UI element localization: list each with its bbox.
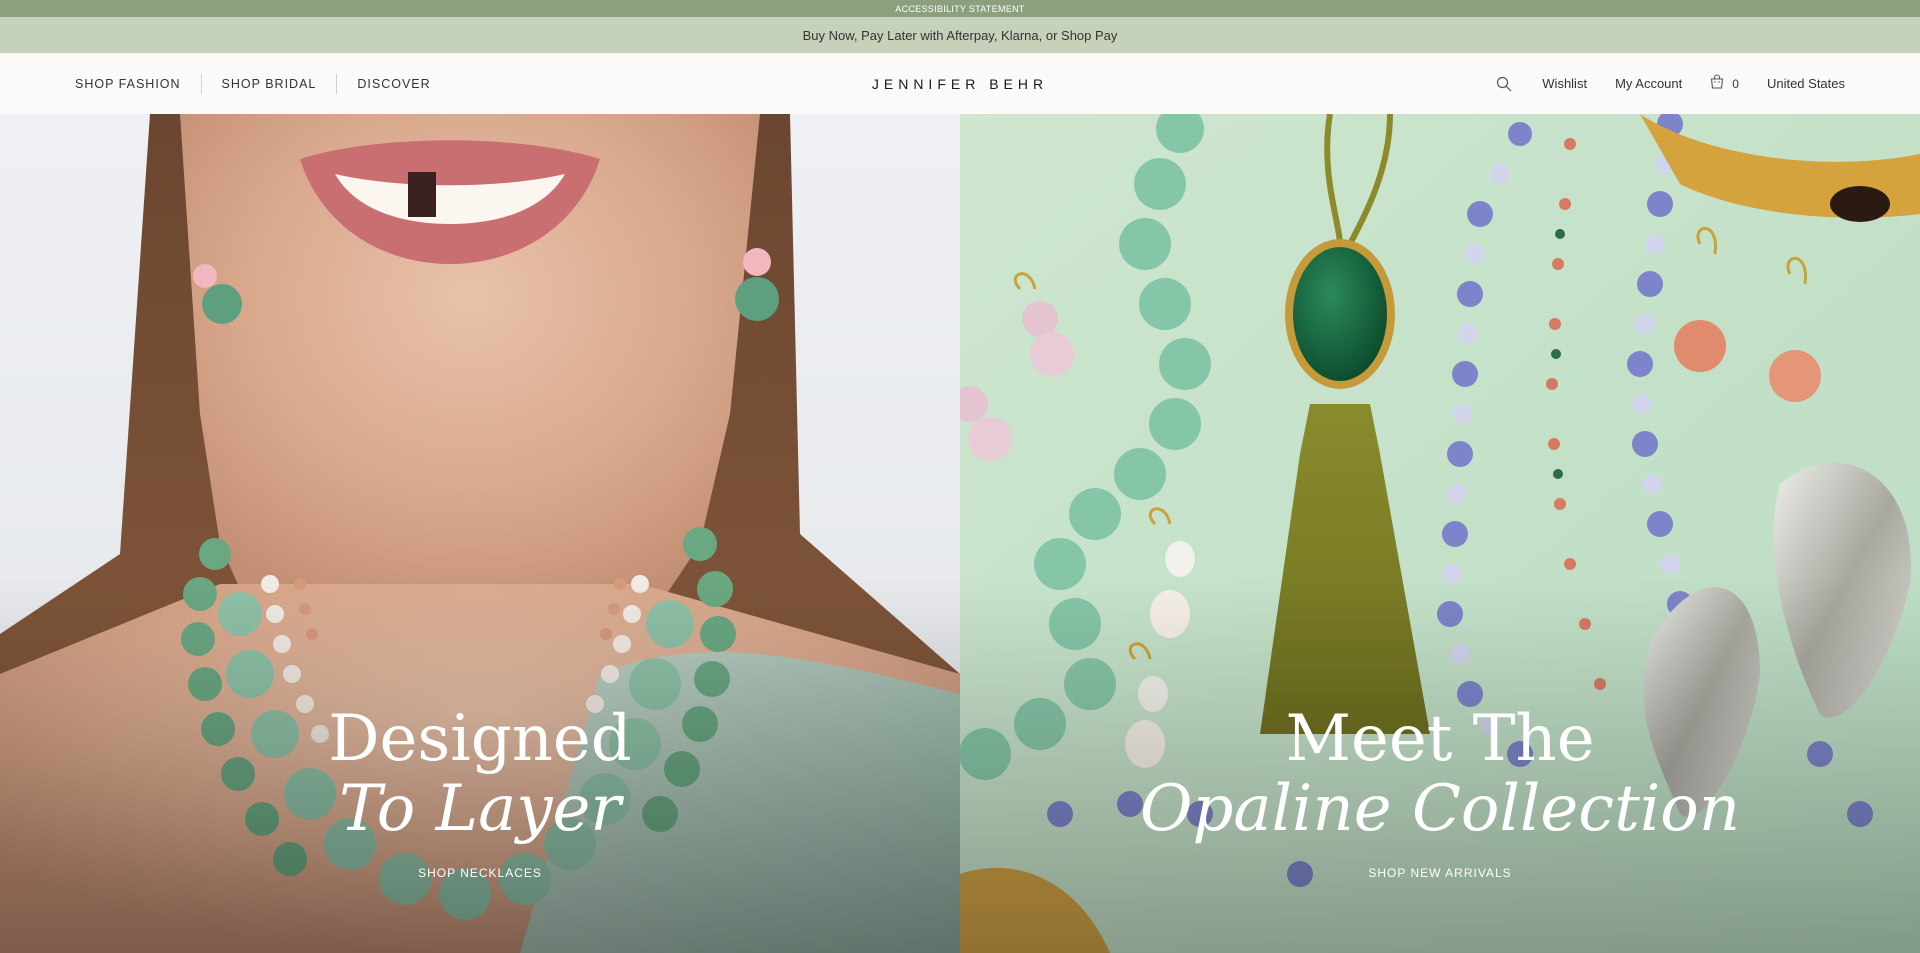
account-link[interactable]: My Account xyxy=(1615,76,1682,91)
site-header: SHOP FASHION SHOP BRIDAL DISCOVER JENNIF… xyxy=(0,53,1920,114)
cart-button[interactable]: 0 xyxy=(1710,73,1739,94)
utility-nav: Wishlist My Account 0 United States xyxy=(1494,53,1845,114)
hero-panel-necklaces[interactable]: Designed To Layer SHOP NECKLACES xyxy=(0,114,960,953)
hero-heading-line1: Meet The xyxy=(1285,702,1595,776)
hero-heading-line2: To Layer xyxy=(339,772,621,846)
accessibility-statement-link[interactable]: ACCESSIBILITY STATEMENT xyxy=(895,4,1024,14)
hero-panel-opaline[interactable]: Meet The Opaline Collection SHOP NEW ARR… xyxy=(960,114,1920,953)
primary-nav: SHOP FASHION SHOP BRIDAL DISCOVER xyxy=(75,53,451,114)
shopping-bag-icon xyxy=(1710,73,1724,94)
cart-count: 0 xyxy=(1732,76,1739,91)
hero-heading-line2: Opaline Collection xyxy=(1139,772,1741,846)
accessibility-bar: ACCESSIBILITY STATEMENT xyxy=(0,0,1920,17)
promo-banner: Buy Now, Pay Later with Afterpay, Klarna… xyxy=(0,17,1920,53)
search-icon[interactable] xyxy=(1494,74,1514,94)
hero-caption-right: Meet The Opaline Collection SHOP NEW ARR… xyxy=(960,704,1920,882)
hero-heading-line1: Designed xyxy=(328,702,632,776)
nav-shop-fashion[interactable]: SHOP FASHION xyxy=(75,77,201,91)
promo-text: Buy Now, Pay Later with Afterpay, Klarna… xyxy=(802,27,1118,43)
shop-new-arrivals-link[interactable]: SHOP NEW ARRIVALS xyxy=(1368,866,1511,880)
nav-shop-bridal[interactable]: SHOP BRIDAL xyxy=(202,77,337,91)
region-selector[interactable]: United States xyxy=(1767,76,1845,91)
hero-caption-left: Designed To Layer SHOP NECKLACES xyxy=(0,704,960,882)
wishlist-link[interactable]: Wishlist xyxy=(1542,76,1587,91)
shop-necklaces-link[interactable]: SHOP NECKLACES xyxy=(418,866,542,880)
nav-discover[interactable]: DISCOVER xyxy=(337,77,450,91)
site-logo[interactable]: JENNIFER BEHR xyxy=(872,76,1048,92)
